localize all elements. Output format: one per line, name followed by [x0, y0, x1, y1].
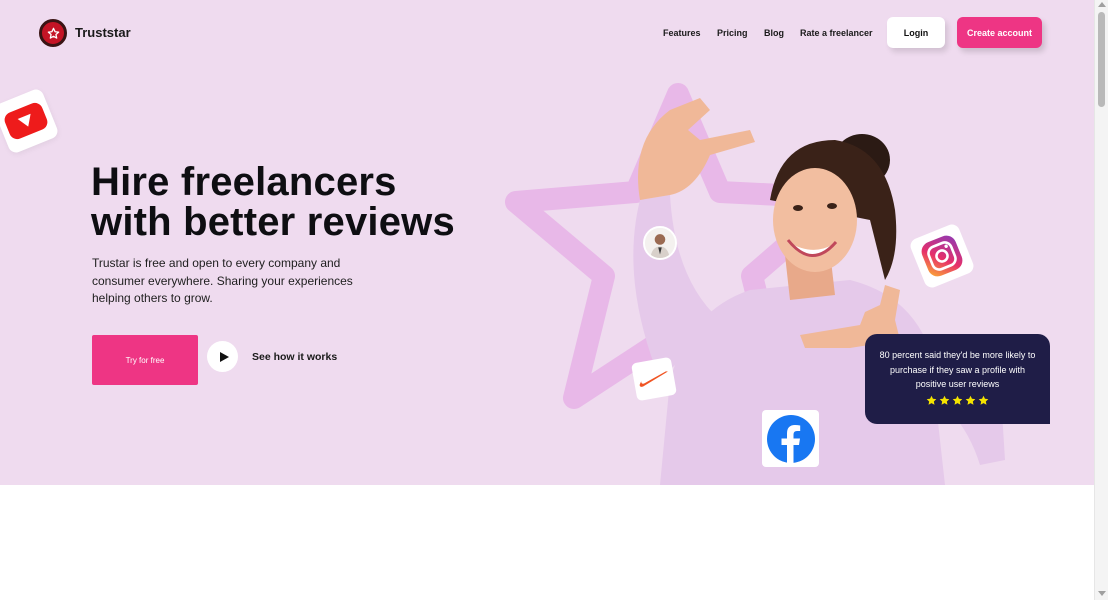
page-scrollbar[interactable] — [1094, 0, 1108, 600]
nav-link-features[interactable]: Features — [663, 28, 701, 38]
nike-card — [631, 356, 677, 402]
login-button[interactable]: Login — [887, 17, 945, 48]
star-icon — [939, 395, 950, 405]
nav-link-rate-freelancer[interactable]: Rate a freelancer — [800, 28, 873, 38]
brand-name[interactable]: Truststar — [75, 25, 131, 40]
rating-stars — [879, 395, 1036, 406]
star-icon — [952, 395, 963, 405]
star-icon — [978, 395, 989, 405]
instagram-icon — [921, 235, 963, 277]
youtube-card — [0, 87, 60, 155]
hero-headline: Hire freelancers with better reviews — [91, 162, 511, 242]
logo-star-icon[interactable] — [39, 19, 67, 47]
scroll-up-arrow-icon[interactable] — [1098, 2, 1106, 7]
hero-section: Truststar Features Pricing Blog Rate a f… — [0, 0, 1094, 485]
youtube-icon — [4, 102, 48, 140]
facebook-icon — [766, 414, 815, 463]
nav-link-pricing[interactable]: Pricing — [717, 28, 748, 38]
hero-subtext: Trustar is free and open to every compan… — [92, 256, 353, 305]
create-account-button[interactable]: Create account — [957, 17, 1042, 48]
nav-link-blog[interactable]: Blog — [764, 28, 784, 38]
facebook-card — [762, 410, 819, 467]
scrollbar-thumb[interactable] — [1098, 12, 1105, 107]
review-stat-card: 80 percent said they'd be more likely to… — [865, 334, 1050, 424]
headline-line-2: with better reviews — [91, 200, 455, 244]
star-icon — [926, 395, 937, 405]
nike-icon — [639, 371, 668, 387]
try-for-free-button[interactable]: Try for free — [92, 335, 198, 385]
star-icon — [965, 395, 976, 405]
reviewer-avatar — [643, 226, 677, 260]
play-icon — [219, 351, 229, 362]
play-button[interactable] — [207, 341, 238, 372]
scroll-down-arrow-icon[interactable] — [1098, 591, 1106, 596]
see-how-it-works-link[interactable]: See how it works — [252, 351, 337, 363]
headline-line-1: Hire freelancers — [91, 160, 397, 204]
review-stat-text: 80 percent said they'd be more likely to… — [879, 350, 1036, 389]
